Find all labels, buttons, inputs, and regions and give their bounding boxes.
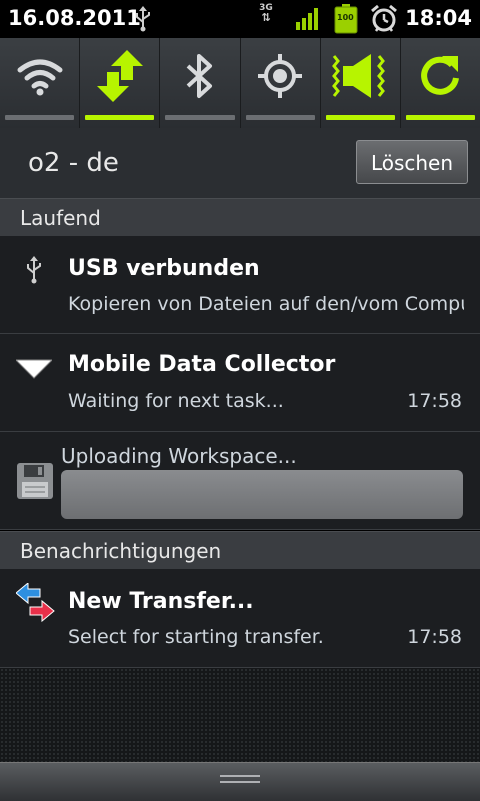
grip-icon <box>220 775 260 787</box>
clear-notifications-button[interactable]: Löschen <box>356 140 468 184</box>
usb-icon <box>24 256 44 288</box>
usb-icon <box>132 6 154 36</box>
transfer-arrows-icon <box>15 581 56 627</box>
notification-title: Mobile Data Collector <box>68 352 336 377</box>
gps-icon <box>256 52 304 104</box>
bluetooth-toggle[interactable] <box>160 38 241 128</box>
bluetooth-toggle-indicator <box>165 115 235 120</box>
notification-text: Kopieren von Dateien auf den/vom Compute… <box>68 293 464 315</box>
auto-rotate-toggle[interactable] <box>401 38 480 128</box>
carrier-name: o2 - de <box>28 148 119 178</box>
notification-title: New Transfer... <box>68 589 254 614</box>
mobile-data-toggle[interactable] <box>80 38 161 128</box>
section-header-notifications: Benachrichtigungen <box>0 531 480 569</box>
wifi-toggle[interactable] <box>0 38 81 128</box>
bluetooth-icon <box>183 52 217 104</box>
wifi-toggle-indicator <box>5 115 75 120</box>
carrier-row: o2 - de Löschen <box>0 128 480 198</box>
battery-level: 100 <box>337 13 354 22</box>
gps-toggle-indicator <box>245 115 315 120</box>
alarm-clock-icon <box>370 4 398 38</box>
section-header-ongoing: Laufend <box>0 198 480 236</box>
notification-upload-progress[interactable]: Uploading Workspace... <box>0 432 480 530</box>
upload-label: Uploading Workspace... <box>61 444 297 468</box>
auto-rotate-toggle-indicator <box>405 115 476 120</box>
signal-strength-icon <box>296 6 322 34</box>
wifi-icon <box>15 56 65 100</box>
mobile-data-toggle-indicator <box>85 115 155 120</box>
notification-usb-connected[interactable]: USB verbunden Kopieren von Dateien auf d… <box>0 236 480 334</box>
quick-settings-bar <box>0 38 480 129</box>
upload-progress-bar <box>61 470 463 519</box>
close-drawer-handle[interactable] <box>0 762 480 801</box>
save-disk-icon <box>16 462 54 504</box>
battery-icon: 100 <box>334 4 358 38</box>
status-bar: 16.08.2011 3G ⇅ 100 18:04 <box>0 0 480 38</box>
notification-title: USB verbunden <box>68 256 260 281</box>
notification-time: 17:58 <box>407 626 462 648</box>
status-time: 18:04 <box>405 6 472 30</box>
notification-mobile-data-collector[interactable]: Mobile Data Collector Waiting for next t… <box>0 334 480 432</box>
notification-text: Waiting for next task... <box>68 390 284 412</box>
notification-time: 17:58 <box>407 390 462 412</box>
speaker-icon <box>329 52 391 104</box>
sound-toggle[interactable] <box>321 38 401 128</box>
data-arrows-icon <box>96 50 143 106</box>
rotate-icon <box>416 52 464 104</box>
notification-new-transfer[interactable]: New Transfer... Select for starting tran… <box>0 569 480 668</box>
notification-empty-area <box>0 668 480 762</box>
gps-toggle[interactable] <box>241 38 321 128</box>
network-3g-icon: 3G ⇅ <box>259 3 273 24</box>
triangle-down-icon <box>14 358 54 384</box>
status-date: 16.08.2011 <box>8 6 141 30</box>
notification-text: Select for starting transfer. <box>68 626 324 648</box>
sound-toggle-indicator <box>325 115 395 120</box>
